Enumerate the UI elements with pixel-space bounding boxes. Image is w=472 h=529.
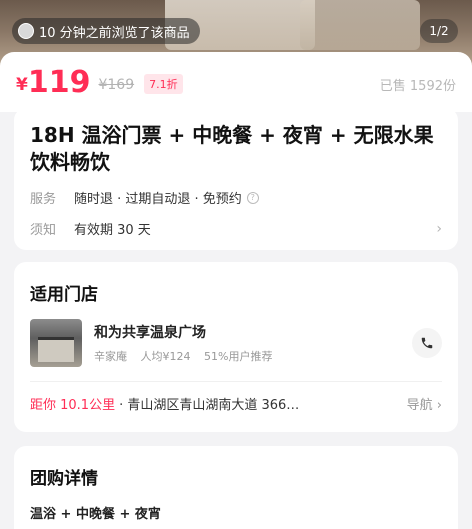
discount-badge: 7.1折 — [144, 74, 183, 94]
navigate-button[interactable]: 导航 › — [407, 394, 442, 413]
address-row[interactable]: 距你 10.1公里 · 青山湖区青山湖南大道 366… 导航 › — [30, 394, 442, 413]
store-avg-price: 人均¥124 — [140, 350, 191, 363]
phone-icon[interactable] — [412, 328, 442, 358]
sold-count: 已售 1592份 — [379, 78, 456, 94]
section-title: 适用门店 — [30, 285, 98, 305]
price-bar: ¥ 119 ¥169 7.1折 已售 1592份 — [0, 52, 472, 112]
info-icon[interactable]: ? — [246, 191, 259, 204]
notice-label: 须知 — [30, 223, 57, 238]
deal-details-card: 团购详情 温浴 + 中晚餐 + 夜宵 — [14, 446, 458, 529]
store-meta: 辛家庵 人均¥124 51%用户推荐 — [94, 348, 282, 364]
notice-value: 有效期 30 天 — [74, 223, 151, 238]
service-row[interactable]: 服务 随时退 · 过期自动退 · 免预约 ? — [30, 188, 442, 207]
store-area: 辛家庵 — [94, 350, 127, 363]
service-value: 随时退 · 过期自动退 · 免预约 — [74, 192, 242, 207]
store-item[interactable]: 和为共享温泉广场 辛家庵 人均¥124 51%用户推荐 — [30, 319, 442, 367]
product-info-card: 18H 温浴门票 + 中晚餐 + 夜宵 + 无限水果饮料畅饮 服务 随时退 · … — [14, 108, 458, 250]
applicable-store-card: 适用门店 和为共享温泉广场 辛家庵 人均¥124 51%用户推荐 距你 10.1… — [14, 262, 458, 432]
avatar — [18, 23, 34, 39]
distance-text: 距你 10.1公里 — [30, 398, 116, 413]
product-title: 18H 温浴门票 + 中晚餐 + 夜宵 + 无限水果饮料畅饮 — [30, 123, 434, 174]
service-label: 服务 — [30, 192, 57, 207]
store-thumbnail — [30, 319, 82, 367]
address-text: · 青山湖区青山湖南大道 366… — [119, 398, 300, 413]
price-currency: ¥ — [16, 75, 28, 95]
divider — [30, 381, 442, 382]
store-recommend: 51%用户推荐 — [204, 350, 273, 363]
notice-row[interactable]: 须知 有效期 30 天 › — [30, 219, 442, 239]
deal-item-line: 温浴 + 中晚餐 + 夜宵 — [30, 507, 161, 522]
price-value: 119 — [27, 64, 91, 100]
recent-view-toast: 10 分钟之前浏览了该商品 — [12, 18, 200, 44]
image-decoration — [300, 0, 420, 50]
image-pager: 1/2 — [420, 19, 458, 43]
store-info: 和为共享温泉广场 辛家庵 人均¥124 51%用户推荐 — [94, 322, 282, 364]
section-title: 团购详情 — [30, 469, 98, 489]
recent-view-text: 10 分钟之前浏览了该商品 — [39, 25, 190, 41]
chevron-right-icon: › — [436, 220, 442, 237]
store-name: 和为共享温泉广场 — [94, 325, 206, 341]
original-price: ¥169 — [98, 77, 135, 93]
